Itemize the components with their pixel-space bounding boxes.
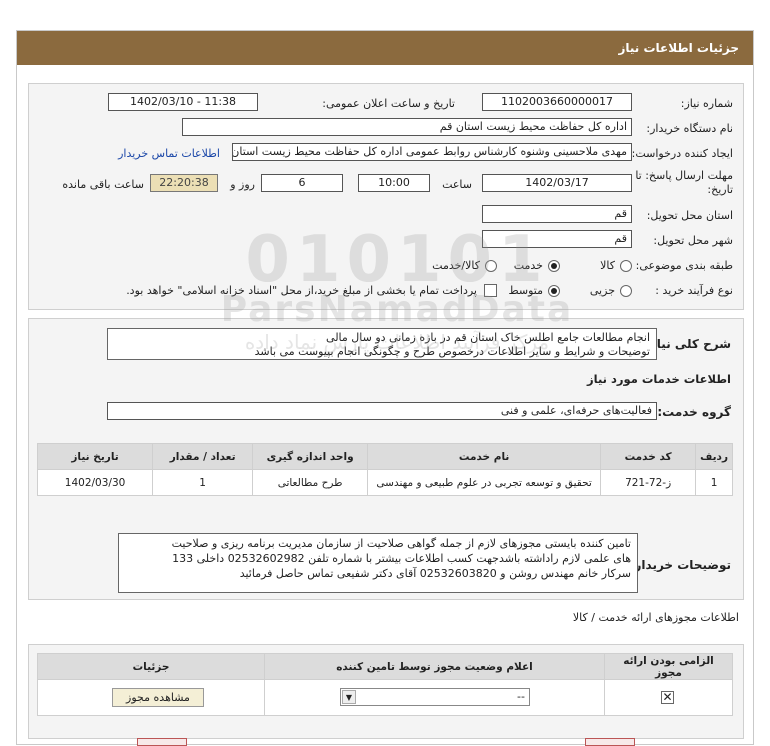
category-radio-service[interactable] bbox=[548, 260, 560, 272]
process-radio-minor[interactable] bbox=[620, 285, 632, 297]
buyer-notes-line-2: های علمی لازم راداشته باشدجهت کسب اطلاعا… bbox=[172, 552, 631, 565]
services-section-title: اطلاعات خدمات مورد نیاز bbox=[587, 372, 731, 386]
category-option-goods: کالا bbox=[600, 259, 615, 272]
process-label: نوع فرآیند خرید : bbox=[655, 284, 733, 297]
remaining-label: ساعت باقی مانده bbox=[62, 178, 144, 191]
chevron-down-icon[interactable]: ▼ bbox=[342, 690, 356, 704]
summary-line-2: توضیحات و شرایط و سایر اطلاعات درخصوص طر… bbox=[254, 345, 650, 358]
permit-status-value: -- bbox=[517, 690, 525, 703]
permits-panel: الزامی بودن ارائه مجوز اعلام وضعیت مجوز … bbox=[28, 644, 744, 739]
announce-field[interactable]: 1402/03/10 - 11:38 bbox=[108, 93, 258, 111]
process-option-medium: متوسط bbox=[508, 284, 543, 297]
summary-line-1: انجام مطالعات جامع اطلس خاک استان قم در … bbox=[326, 331, 650, 344]
col-need-date: تاریخ نیاز bbox=[36, 443, 154, 470]
need-number-field[interactable]: 1102003660000017 bbox=[482, 93, 632, 111]
category-option-goods-service: کالا/خدمت bbox=[432, 259, 480, 272]
cell-permit-status: -- ▼ bbox=[264, 679, 605, 716]
days-field[interactable]: 6 bbox=[261, 174, 343, 192]
time-label: ساعت bbox=[442, 178, 472, 191]
permits-table: الزامی بودن ارائه مجوز اعلام وضعیت مجوز … bbox=[37, 653, 733, 716]
col-permit-status: اعلام وضعیت مجوز توسط تامین کننده bbox=[264, 653, 605, 680]
deadline-time-field[interactable]: 10:00 bbox=[358, 174, 430, 192]
col-permit-required: الزامی بودن ارائه مجوز bbox=[604, 653, 733, 680]
service-group-label: گروه خدمت: bbox=[657, 405, 731, 419]
view-permit-button[interactable]: مشاهده مجوز bbox=[112, 688, 204, 707]
col-quantity: تعداد / مقدار bbox=[152, 443, 254, 470]
col-unit: واحد اندازه گیری bbox=[252, 443, 369, 470]
col-service-code: کد خدمت bbox=[600, 443, 697, 470]
col-permit-details: جزئیات bbox=[37, 653, 265, 680]
service-group-field[interactable]: فعالیت‌های حرفه‌ای، علمی و فنی bbox=[107, 402, 657, 420]
services-table-header: ردیف کد خدمت نام خدمت واحد اندازه گیری ت… bbox=[36, 443, 733, 470]
announce-label: تاریخ و ساعت اعلان عمومی: bbox=[322, 97, 455, 110]
category-radio-goods-service[interactable] bbox=[485, 260, 497, 272]
treasury-payment-checkbox[interactable] bbox=[484, 284, 497, 297]
permit-required-checkbox: ✕ bbox=[661, 690, 674, 704]
deadline-label: مهلت ارسال پاسخ: تا bbox=[635, 169, 733, 182]
deadline-date-field[interactable]: 1402/03/17 bbox=[482, 174, 632, 192]
page-header: جزئیات اطلاعات نیاز bbox=[17, 31, 753, 65]
need-number-label: شماره نیاز: bbox=[680, 97, 733, 110]
province-field[interactable]: قم bbox=[482, 205, 632, 223]
cell-row: 1 bbox=[695, 469, 733, 496]
summary-label: شرح کلی نیاز: bbox=[645, 337, 731, 351]
need-details-panel: شرح کلی نیاز: انجام مطالعات جامع اطلس خا… bbox=[28, 318, 744, 600]
buyer-notes-textarea[interactable]: تامین کننده بایستی مجوزهای لازم از جمله … bbox=[118, 533, 638, 593]
buyer-org-field[interactable]: اداره کل حفاظت محیط زیست استان قم bbox=[182, 118, 632, 136]
buyer-org-label: نام دستگاه خریدار: bbox=[646, 122, 733, 135]
services-table: ردیف کد خدمت نام خدمت واحد اندازه گیری ت… bbox=[36, 443, 733, 496]
city-label: شهر محل تحویل: bbox=[653, 234, 733, 247]
summary-textarea[interactable]: انجام مطالعات جامع اطلس خاک استان قم در … bbox=[107, 328, 657, 360]
process-option-minor: جزیی bbox=[589, 284, 615, 297]
buyer-notes-line-3: سرکار خانم مهندس روشن و 02532603820 آقای… bbox=[239, 567, 631, 580]
table-row[interactable]: 1 ز-72-721 تحقیق و توسعه تجربی در علوم ط… bbox=[36, 469, 733, 496]
deadline-date-label: تاریخ: bbox=[707, 183, 733, 196]
table-row: ✕ -- ▼ مشاهده مجوز bbox=[37, 679, 733, 716]
category-option-service: خدمت bbox=[513, 259, 543, 272]
cell-service-code: ز-72-721 bbox=[600, 469, 697, 496]
cell-need-date: 1402/03/30 bbox=[36, 469, 154, 496]
requester-field[interactable]: مهدی ملاحسینی وشنوه کارشناس روابط عمومی … bbox=[232, 143, 632, 161]
general-info-panel: شماره نیاز: 1102003660000017 تاریخ و ساع… bbox=[28, 83, 744, 310]
buyer-contact-link[interactable]: اطلاعات تماس خریدار bbox=[118, 147, 220, 160]
province-label: استان محل تحویل: bbox=[646, 209, 733, 222]
cell-permit-required: ✕ bbox=[604, 679, 733, 716]
category-radio-goods[interactable] bbox=[620, 260, 632, 272]
cell-service-name: تحقیق و توسعه تجربی در علوم طبیعی و مهند… bbox=[367, 469, 602, 496]
city-field[interactable]: قم bbox=[482, 230, 632, 248]
permits-table-header: الزامی بودن ارائه مجوز اعلام وضعیت مجوز … bbox=[37, 653, 733, 680]
permit-status-select[interactable]: -- ▼ bbox=[340, 688, 530, 706]
requester-label: ایجاد کننده درخواست: bbox=[631, 147, 733, 160]
cell-permit-details: مشاهده مجوز bbox=[37, 679, 265, 716]
buyer-notes-line-1: تامین کننده بایستی مجوزهای لازم از جمله … bbox=[171, 537, 631, 550]
permits-section-title: اطلاعات مجوزهای ارائه خدمت / کالا bbox=[572, 611, 739, 624]
category-label: طبقه بندی موضوعی: bbox=[635, 259, 733, 272]
days-label: روز و bbox=[230, 178, 255, 191]
treasury-payment-note: پرداخت تمام یا بخشی از مبلغ خرید،از محل … bbox=[126, 284, 477, 297]
remaining-time-field: 22:20:38 bbox=[150, 174, 218, 192]
col-row: ردیف bbox=[695, 443, 733, 470]
cell-unit: طرح مطالعاتی bbox=[252, 469, 369, 496]
cell-quantity: 1 bbox=[152, 469, 254, 496]
col-service-name: نام خدمت bbox=[367, 443, 602, 470]
main-frame: جزئیات اطلاعات نیاز شماره نیاز: 11020036… bbox=[16, 30, 754, 745]
buyer-notes-label: توضیحات خریدار: bbox=[629, 558, 731, 572]
process-radio-medium[interactable] bbox=[548, 285, 560, 297]
